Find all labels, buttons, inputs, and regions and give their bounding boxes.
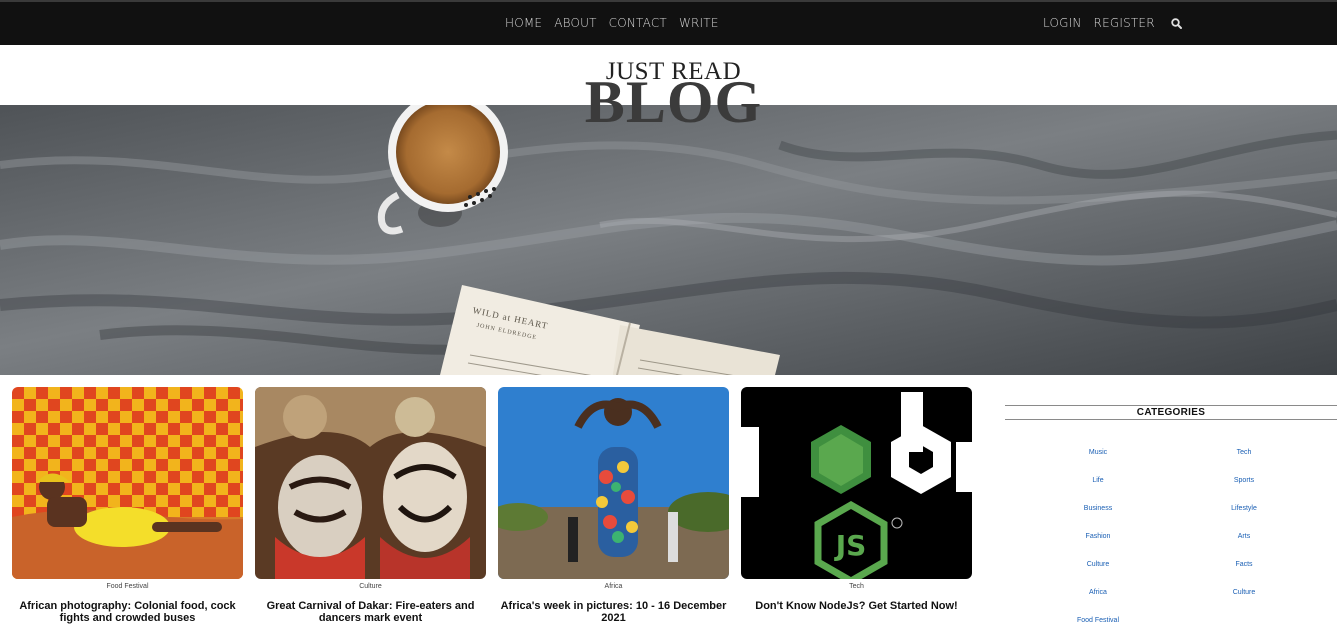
divider <box>1005 419 1337 420</box>
svg-text:JS: JS <box>834 529 867 562</box>
post-card[interactable]: JS Tech Don't Know NodeJs? Get Started N… <box>741 387 972 612</box>
category-link-sports[interactable]: Sports <box>1184 477 1304 484</box>
post-image-art <box>255 387 486 579</box>
category-link-africa[interactable]: Africa <box>1038 589 1158 596</box>
post-image[interactable] <box>12 387 243 579</box>
post-title[interactable]: Africa's week in pictures: 10 - 16 Decem… <box>498 600 729 624</box>
category-link-arts[interactable]: Arts <box>1184 533 1304 540</box>
post-card[interactable]: Africa Africa's week in pictures: 10 - 1… <box>498 387 729 624</box>
nav-register-link[interactable]: REGISTER <box>1094 16 1155 30</box>
post-title[interactable]: Don't Know NodeJs? Get Started Now! <box>741 600 972 612</box>
category-link-culture[interactable]: Culture <box>1038 561 1158 568</box>
post-image-art <box>12 387 243 579</box>
category-link-tech[interactable]: Tech <box>1184 449 1304 456</box>
category-link-fashion[interactable]: Fashion <box>1038 533 1158 540</box>
post-image[interactable] <box>255 387 486 579</box>
category-link-lifestyle[interactable]: Lifestyle <box>1184 505 1304 512</box>
post-category: Culture <box>359 583 382 590</box>
post-title[interactable]: Great Carnival of Dakar: Fire-eaters and… <box>255 600 486 624</box>
post-card[interactable]: Culture Great Carnival of Dakar: Fire-ea… <box>255 387 486 624</box>
search-icon <box>1171 18 1182 29</box>
post-image-art <box>498 387 729 579</box>
post-image[interactable] <box>498 387 729 579</box>
nodejs-logo-image: JS <box>741 387 972 579</box>
categories-sidebar: CATEGORIES Music Life Business Fashion C… <box>1005 405 1337 624</box>
category-link-life[interactable]: Life <box>1038 477 1158 484</box>
post-image[interactable]: JS <box>741 387 972 579</box>
nav-about-link[interactable]: ABOUT <box>554 16 596 30</box>
nav-login-link[interactable]: LOGIN <box>1043 16 1082 30</box>
post-title[interactable]: African photography: Colonial food, cock… <box>12 600 243 624</box>
post-category: Africa <box>604 583 623 590</box>
nav-write-link[interactable]: WRITE <box>679 16 719 30</box>
auth-nav: LOGIN REGISTER <box>1043 16 1155 30</box>
categories-title: CATEGORIES <box>1136 407 1206 418</box>
hero-illustration <box>0 105 1337 375</box>
category-link-business[interactable]: Business <box>1038 505 1158 512</box>
nav-home-link[interactable]: HOME <box>505 16 542 30</box>
divider <box>1005 405 1337 406</box>
post-card[interactable]: Food Festival African photography: Colon… <box>12 387 243 624</box>
search-button[interactable] <box>1170 17 1184 31</box>
post-category: Tech <box>849 583 864 590</box>
site-title-large: BLOG <box>584 69 763 135</box>
category-link-music[interactable]: Music <box>1038 449 1158 456</box>
category-link-food-festival[interactable]: Food Festival <box>1038 617 1158 624</box>
post-category: Food Festival <box>106 583 149 590</box>
category-link-culture[interactable]: Culture <box>1184 589 1304 596</box>
hero-image: WILD at HEART JOHN ELDREDGE <box>0 105 1337 375</box>
top-nav-bar: HOME ABOUT CONTACT WRITE LOGIN REGISTER <box>0 0 1337 45</box>
nav-contact-link[interactable]: CONTACT <box>609 16 667 30</box>
main-nav: HOME ABOUT CONTACT WRITE <box>505 16 719 30</box>
category-link-facts[interactable]: Facts <box>1184 561 1304 568</box>
